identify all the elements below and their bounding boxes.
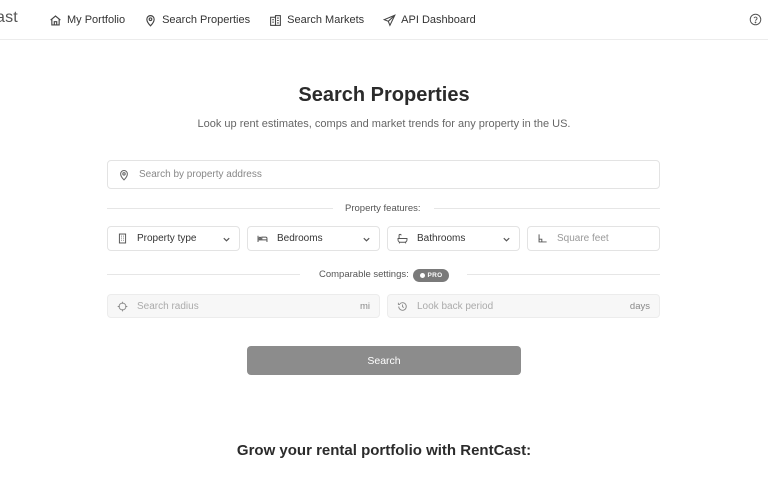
help-circle-icon[interactable]	[749, 13, 762, 26]
divider-right	[467, 274, 660, 275]
property-features-label: Property features:	[345, 203, 421, 214]
property-type-label: Property type	[137, 233, 197, 244]
buildings-icon	[270, 14, 282, 26]
logo[interactable]: ast	[0, 9, 18, 27]
crosshair-icon	[117, 301, 128, 311]
top-navbar: ast My Portfolio Search Properties Searc…	[0, 0, 768, 40]
bathrooms-select[interactable]: Bathrooms	[387, 226, 520, 251]
look-back-period-input[interactable]: Look back period days	[387, 294, 660, 318]
nav-search-properties[interactable]: Search Properties	[144, 14, 250, 27]
bedrooms-label: Bedrooms	[277, 233, 323, 244]
look-back-unit: days	[629, 301, 650, 312]
pro-badge: PRO	[413, 269, 449, 282]
nav-api-dashboard[interactable]: API Dashboard	[383, 13, 476, 27]
search-radius-placeholder: Search radius	[137, 300, 199, 312]
map-pin-icon	[120, 169, 128, 181]
divider-left	[107, 208, 333, 209]
chevron-down-icon	[223, 237, 230, 242]
address-placeholder: Search by property address	[139, 169, 262, 180]
divider-left	[107, 274, 300, 275]
send-icon	[383, 13, 397, 27]
page-title: Search Properties	[298, 84, 470, 106]
address-search-input[interactable]: Search by property address	[107, 160, 660, 189]
chevron-down-icon	[363, 237, 370, 242]
chevron-down-icon	[503, 237, 510, 242]
bed-icon	[257, 235, 268, 242]
look-back-placeholder: Look back period	[417, 300, 494, 312]
nav-my-portfolio[interactable]: My Portfolio	[49, 14, 125, 27]
bath-icon	[397, 233, 408, 244]
pro-badge-label: PRO	[427, 272, 443, 279]
square-feet-icon	[538, 234, 547, 243]
main-nav: My Portfolio Search Properties Search Ma…	[49, 0, 495, 40]
pro-dot-icon	[419, 273, 425, 278]
divider-right	[434, 208, 660, 209]
history-icon	[397, 301, 407, 311]
search-button[interactable]: Search	[247, 346, 521, 375]
search-radius-input[interactable]: Search radius mi	[107, 294, 380, 318]
square-feet-placeholder: Square feet	[557, 233, 609, 244]
nav-search-properties-label: Search Properties	[162, 14, 251, 26]
square-feet-input[interactable]: Square feet	[527, 226, 660, 251]
map-pin-icon	[146, 14, 155, 27]
building-icon	[118, 233, 127, 244]
home-icon	[50, 14, 61, 26]
page-subtitle: Look up rent estimates, comps and market…	[197, 118, 571, 130]
search-radius-unit: mi	[359, 301, 370, 312]
nav-my-portfolio-label: My Portfolio	[67, 14, 126, 26]
bedrooms-select[interactable]: Bedrooms	[247, 226, 380, 251]
nav-search-markets-label: Search Markets	[287, 14, 365, 26]
bathrooms-label: Bathrooms	[417, 233, 466, 244]
comparable-settings-label: Comparable settings:	[319, 269, 409, 280]
promo-heading: Grow your rental portfolio with RentCast…	[236, 442, 532, 459]
nav-api-dashboard-label: API Dashboard	[401, 14, 476, 26]
property-type-select[interactable]: Property type	[107, 226, 240, 251]
nav-search-markets[interactable]: Search Markets	[269, 14, 364, 27]
